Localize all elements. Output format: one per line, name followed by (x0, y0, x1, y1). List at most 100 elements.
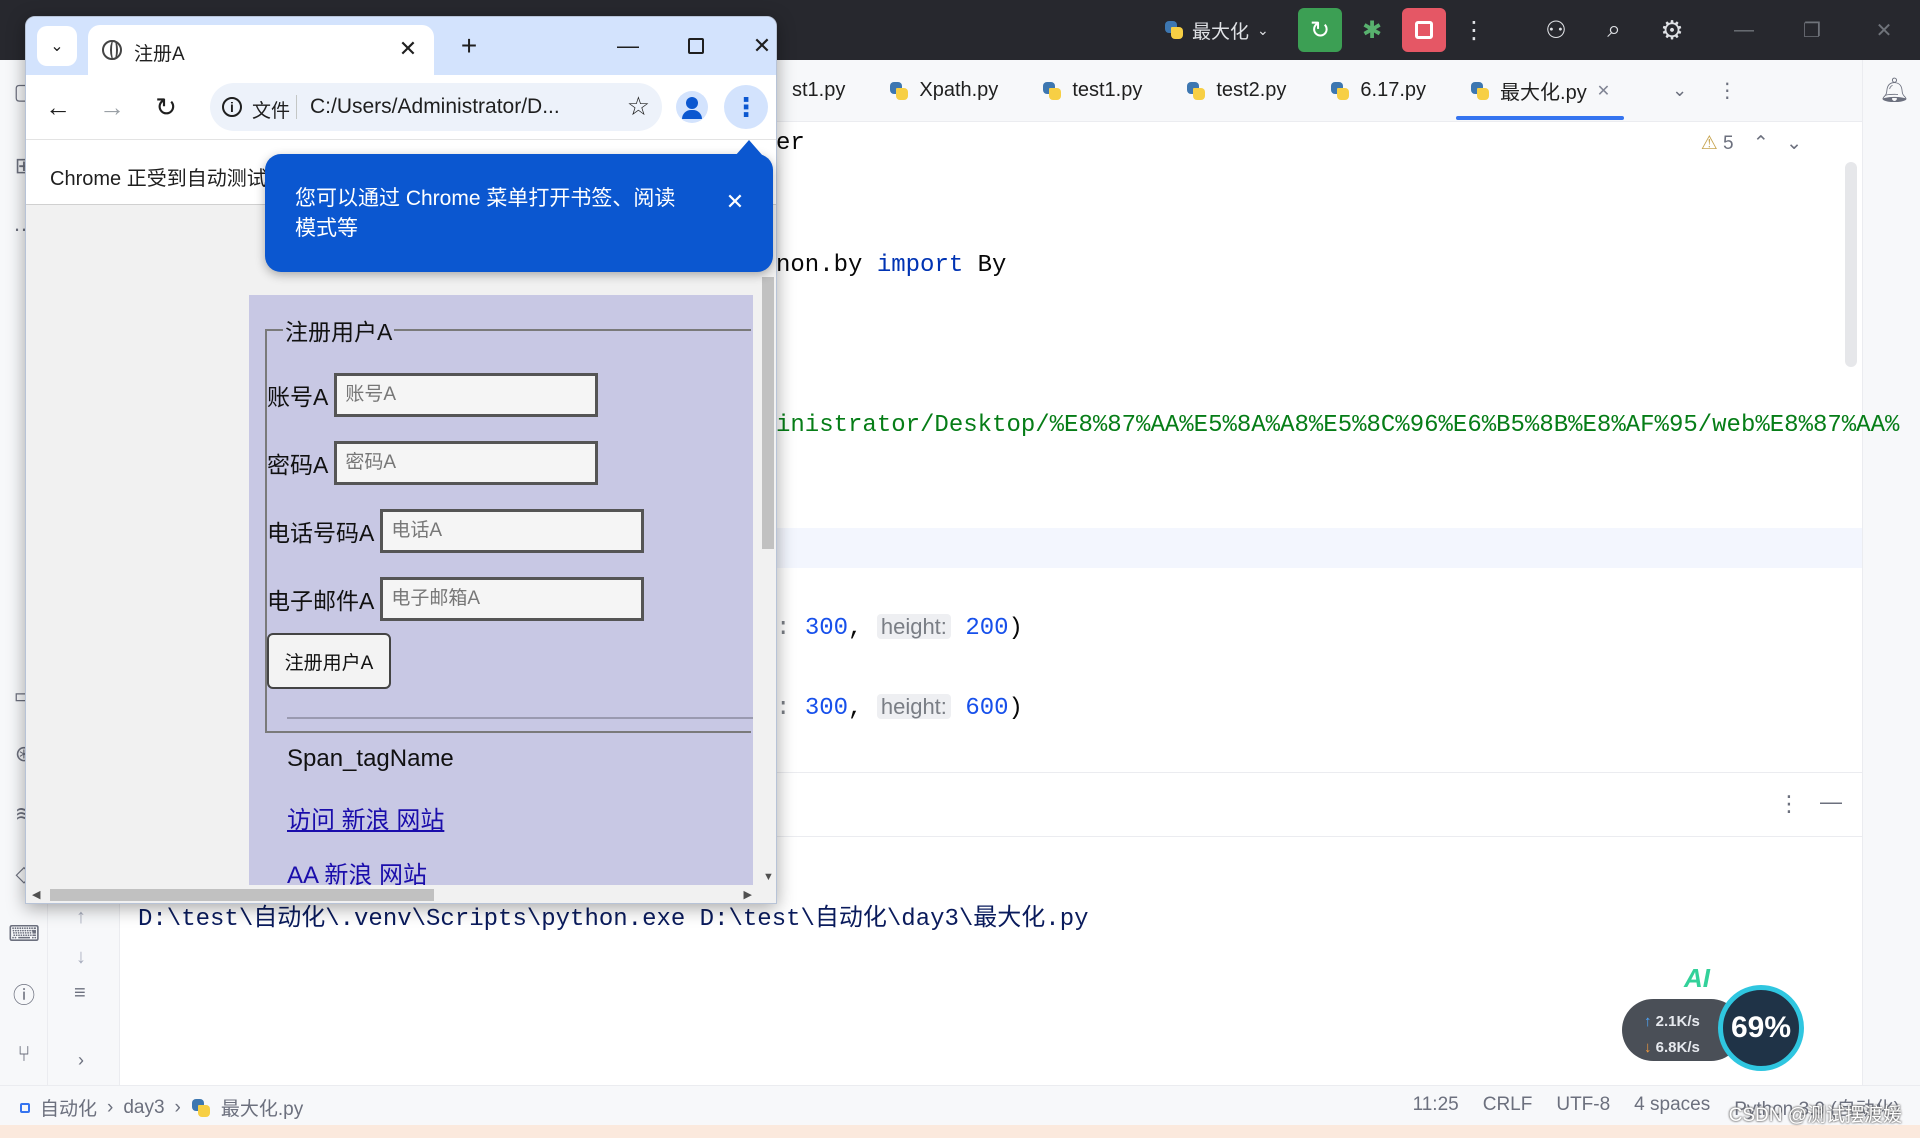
span-tagname-text: Span_tagName (287, 745, 454, 772)
python-icon (1164, 20, 1184, 40)
reload-button[interactable]: ↻ (148, 89, 184, 125)
page-vertical-scrollbar[interactable]: ▲ ▼ (758, 205, 776, 885)
tab-search-button[interactable]: ⌄ (37, 26, 77, 66)
git-icon[interactable]: ⑂ (10, 1040, 38, 1068)
search-button[interactable]: ⌕ (1592, 8, 1636, 52)
debug-button[interactable]: ✱ (1350, 8, 1394, 52)
phone-input[interactable] (380, 509, 645, 553)
download-arrow-icon: ↓ (1644, 1039, 1652, 1056)
code-line: : 300, height: 600) (776, 694, 1023, 722)
breadcrumb-item[interactable]: day3 (123, 1097, 164, 1119)
breadcrumb-item[interactable]: 自动化 (40, 1094, 97, 1121)
network-monitor-widget[interactable]: AI ↑ 2.1K/s ↓ 6.8K/s 69% (1622, 963, 1804, 1073)
inspection-widget[interactable]: ⚠ 5 ⌃ ⌄ (1701, 132, 1802, 155)
forward-button[interactable]: → (94, 89, 130, 125)
scroll-right-arrow-icon[interactable]: ▶ (744, 888, 752, 901)
register-button[interactable]: 注册用户A (267, 633, 391, 689)
scroll-down-arrow-icon[interactable]: ▼ (763, 871, 774, 883)
chrome-menu-button[interactable]: ⋮ (724, 85, 768, 129)
editor-tab[interactable]: Xpath.py (867, 60, 1020, 122)
bookmark-star-icon[interactable]: ☆ (627, 91, 650, 122)
back-button[interactable]: ← (40, 89, 76, 125)
chevron-down-icon[interactable]: ⌄ (1786, 133, 1802, 154)
ai-badge: AI (1684, 963, 1710, 993)
code-line: inistrator/Desktop/%E8%87%AA%E5%8A%A8%E5… (776, 412, 1900, 439)
close-tip-icon[interactable]: ✕ (721, 188, 749, 216)
chevron-down-icon: ⌄ (50, 38, 64, 55)
editor-tab[interactable]: test2.py (1164, 60, 1308, 122)
module-icon (20, 1102, 30, 1113)
hide-panel-icon[interactable]: — (1820, 789, 1842, 815)
minimize-button[interactable]: — (606, 29, 650, 63)
editor-tab-active[interactable]: 最大化.py ✕ (1448, 60, 1632, 122)
arrow-up-icon[interactable]: ↑ (76, 906, 86, 929)
editor-scrollbar[interactable] (1845, 162, 1857, 367)
breadcrumb-item[interactable]: 最大化.py (221, 1094, 303, 1121)
divider (287, 717, 753, 719)
chevron-up-icon[interactable]: ⌃ (1753, 133, 1769, 154)
editor-tab-label: Xpath.py (919, 79, 999, 101)
account-label: 账号A (267, 384, 329, 410)
browser-tab[interactable]: 注册A ✕ (88, 25, 434, 75)
editor-tab[interactable]: test1.py (1020, 60, 1164, 122)
email-input[interactable] (380, 577, 645, 621)
stop-button[interactable] (1402, 8, 1446, 52)
form-row: 密码A (267, 441, 599, 485)
restore-ide-button[interactable]: ❐ (1796, 14, 1828, 46)
terminal-icon[interactable]: ⌨ (8, 920, 40, 948)
chevron-right-icon: › (107, 1096, 114, 1118)
vertical-scroll-thumb[interactable] (762, 277, 774, 549)
warning-icon: ⚠ (1700, 133, 1718, 154)
indent-setting[interactable]: 4 spaces (1634, 1094, 1710, 1121)
rerun-button[interactable]: ↻ (1298, 8, 1342, 52)
minimize-ide-button[interactable]: — (1728, 14, 1760, 46)
file-encoding[interactable]: UTF-8 (1556, 1094, 1610, 1121)
page-horizontal-scrollbar[interactable]: ◀ ▶ (26, 885, 776, 903)
chevron-right-icon[interactable]: › (78, 1050, 84, 1071)
add-user-button[interactable]: ⚇ (1534, 8, 1578, 52)
maximize-button[interactable] (674, 29, 718, 63)
info-icon[interactable]: i (222, 97, 242, 117)
settings-button[interactable]: ⚙ (1650, 8, 1694, 52)
tab-more-icon[interactable]: ⋮ (1717, 78, 1737, 103)
password-input[interactable] (334, 441, 599, 485)
python-file-icon (889, 81, 909, 101)
caret-position[interactable]: 11:25 (1413, 1094, 1459, 1121)
sina-link[interactable]: 访问 新浪 网站 (287, 800, 444, 835)
run-configuration[interactable]: 最大化 ⌄ (1164, 14, 1269, 46)
horizontal-scroll-thumb[interactable] (50, 889, 434, 901)
code-line: non.by import By (776, 252, 1007, 279)
run-config-label: 最大化 (1192, 21, 1250, 43)
aa-sina-link[interactable]: AA 新浪 网站 (287, 855, 427, 885)
line-separator[interactable]: CRLF (1483, 1094, 1533, 1121)
problems-icon[interactable]: ⓘ (10, 980, 38, 1008)
close-window-button[interactable]: ✕ (740, 29, 776, 63)
close-tab-icon[interactable]: ✕ (394, 35, 422, 63)
close-tab-icon[interactable]: ✕ (1597, 81, 1610, 101)
phone-label: 电话号码A (267, 520, 375, 546)
notifications-icon[interactable]: 🔔︎ (1879, 76, 1909, 105)
editor-tab[interactable]: 6.17.py (1308, 60, 1448, 122)
soft-wrap-icon[interactable]: ≡ (74, 982, 86, 1005)
infobar-text: Chrome 正受到自动测试 (50, 168, 267, 190)
close-ide-button[interactable]: ✕ (1868, 14, 1900, 46)
editor-tab[interactable]: st1.py (770, 60, 867, 122)
watermark: CSDN @测试摆渡媛 (1728, 1105, 1902, 1126)
password-label: 密码A (267, 452, 329, 478)
address-bar[interactable]: i 文件 C:/Users/Administrator/D... ☆ (210, 83, 662, 131)
run-panel-options-icon[interactable]: ⋮ (1778, 791, 1800, 817)
more-actions-button[interactable]: ⋮ (1452, 8, 1496, 52)
file-chip: 文件 (252, 101, 291, 122)
code-editor[interactable]: ⚠ 5 ⌃ ⌄ er non.by import By inistrator/D… (770, 122, 1899, 772)
scroll-left-arrow-icon[interactable]: ◀ (32, 888, 40, 901)
tab-overflow-chevron-icon[interactable]: ⌄ (1672, 80, 1687, 101)
url-text[interactable]: C:/Users/Administrator/D... (310, 95, 594, 119)
account-input[interactable] (334, 373, 599, 417)
breadcrumb: 自动化 › day3 › 最大化.py (20, 1094, 303, 1121)
chevron-right-icon: › (174, 1096, 181, 1118)
profile-avatar[interactable] (676, 91, 708, 123)
form-row: 电话号码A (267, 509, 645, 553)
arrow-down-icon[interactable]: ↓ (76, 946, 86, 969)
new-tab-button[interactable]: + (452, 29, 486, 63)
chip-divider (296, 95, 297, 119)
